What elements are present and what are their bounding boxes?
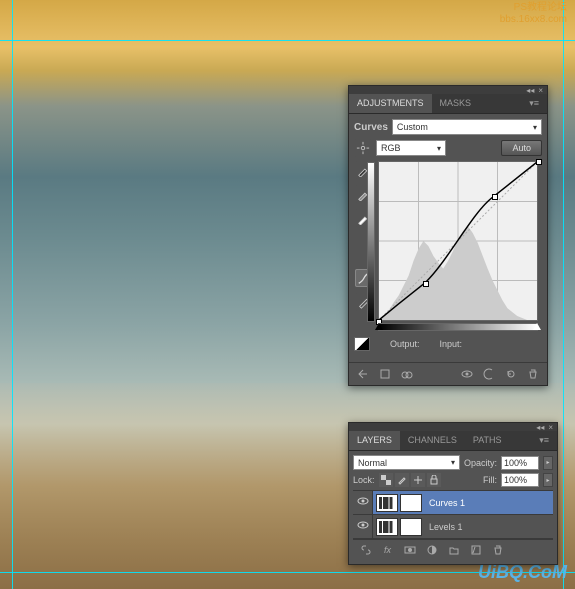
panel-menu-icon[interactable]: ▾≡ bbox=[531, 431, 557, 450]
toggle-visibility-icon[interactable] bbox=[459, 367, 475, 381]
group-icon[interactable] bbox=[446, 543, 462, 557]
layer-name[interactable]: Levels 1 bbox=[425, 522, 553, 532]
reset-icon[interactable] bbox=[503, 367, 519, 381]
tab-masks[interactable]: MASKS bbox=[432, 94, 480, 113]
lock-label: Lock: bbox=[353, 475, 375, 485]
expand-view-icon[interactable] bbox=[377, 367, 393, 381]
layer-item[interactable]: Levels 1 bbox=[353, 515, 553, 539]
guide-vertical[interactable] bbox=[563, 0, 564, 589]
curve-point[interactable] bbox=[536, 159, 542, 165]
input-gradient bbox=[378, 323, 538, 331]
output-gradient bbox=[367, 162, 375, 322]
svg-text:fx: fx bbox=[384, 545, 392, 555]
layer-mask-thumb[interactable] bbox=[400, 494, 422, 512]
adjustment-thumb-icon[interactable] bbox=[376, 518, 398, 536]
curves-graph[interactable] bbox=[378, 161, 538, 321]
layer-mask-icon[interactable] bbox=[402, 543, 418, 557]
adjustment-thumb-icon[interactable] bbox=[376, 494, 398, 512]
opacity-flyout-icon[interactable]: ▸ bbox=[543, 456, 553, 470]
layer-mask-thumb[interactable] bbox=[400, 518, 422, 536]
lock-pixels-icon[interactable] bbox=[395, 473, 409, 487]
lock-all-icon[interactable] bbox=[427, 473, 441, 487]
adjustments-tabs: ADJUSTMENTS MASKS ▾≡ bbox=[349, 94, 547, 114]
guide-horizontal[interactable] bbox=[0, 40, 575, 41]
new-layer-icon[interactable] bbox=[468, 543, 484, 557]
layer-item[interactable]: Curves 1 bbox=[353, 491, 553, 515]
clip-preview-icon[interactable] bbox=[354, 337, 370, 351]
trash-icon[interactable] bbox=[490, 543, 506, 557]
tab-adjustments[interactable]: ADJUSTMENTS bbox=[349, 94, 432, 113]
auto-button[interactable]: Auto bbox=[501, 140, 542, 156]
curve-point[interactable] bbox=[423, 281, 429, 287]
layer-style-icon[interactable]: fx bbox=[380, 543, 396, 557]
panel-collapse-bar: ◂◂ × bbox=[349, 423, 557, 431]
watermark-top: PS教程论坛 bbs.16xx8.com bbox=[500, 2, 567, 26]
tab-paths[interactable]: PATHS bbox=[465, 431, 510, 450]
input-label: Input: bbox=[440, 339, 463, 349]
adjustments-footer bbox=[349, 362, 547, 385]
view-previous-icon[interactable] bbox=[481, 367, 497, 381]
layers-panel: ◂◂ × LAYERS CHANNELS PATHS ▾≡ Normal Opa… bbox=[348, 422, 558, 565]
adjustment-layer-icon[interactable] bbox=[424, 543, 440, 557]
trash-icon[interactable] bbox=[525, 367, 541, 381]
layer-visibility-toggle[interactable] bbox=[353, 491, 373, 514]
watermark-bottom: UiBQ.CoM bbox=[478, 562, 567, 583]
link-layers-icon[interactable] bbox=[358, 543, 374, 557]
layers-footer: fx bbox=[353, 540, 553, 560]
fill-input[interactable]: 100% bbox=[501, 473, 539, 487]
layer-visibility-toggle[interactable] bbox=[353, 515, 373, 538]
layer-name[interactable]: Curves 1 bbox=[425, 498, 553, 508]
tab-layers[interactable]: LAYERS bbox=[349, 431, 400, 450]
output-label: Output: bbox=[390, 339, 420, 349]
tab-channels[interactable]: CHANNELS bbox=[400, 431, 465, 450]
channel-select[interactable]: RGB bbox=[376, 140, 446, 156]
blend-mode-select[interactable]: Normal bbox=[353, 455, 460, 470]
fill-label: Fill: bbox=[483, 475, 497, 485]
target-adjust-icon[interactable] bbox=[354, 139, 372, 157]
white-slider[interactable] bbox=[533, 323, 541, 330]
adjustments-panel: ◂◂ × ADJUSTMENTS MASKS ▾≡ Curves Custom … bbox=[348, 85, 548, 386]
curve-point[interactable] bbox=[492, 194, 498, 200]
opacity-input[interactable]: 100% bbox=[501, 456, 539, 470]
lock-position-icon[interactable] bbox=[411, 473, 425, 487]
panel-collapse-bar: ◂◂ × bbox=[349, 86, 547, 94]
fill-flyout-icon[interactable]: ▸ bbox=[543, 473, 553, 487]
layers-tabs: LAYERS CHANNELS PATHS ▾≡ bbox=[349, 431, 557, 451]
curve-path bbox=[379, 162, 537, 320]
preset-select[interactable]: Custom bbox=[392, 119, 542, 135]
lock-transparency-icon[interactable] bbox=[379, 473, 393, 487]
opacity-label: Opacity: bbox=[464, 458, 497, 468]
clip-to-layer-icon[interactable] bbox=[399, 367, 415, 381]
curves-type-label: Curves bbox=[354, 122, 388, 133]
black-slider[interactable] bbox=[375, 323, 383, 330]
return-to-list-icon[interactable] bbox=[355, 367, 371, 381]
lock-icons bbox=[379, 473, 441, 487]
guide-vertical[interactable] bbox=[12, 0, 13, 589]
layer-list: Curves 1 Levels 1 bbox=[353, 490, 553, 540]
panel-menu-icon[interactable]: ▾≡ bbox=[521, 94, 547, 113]
